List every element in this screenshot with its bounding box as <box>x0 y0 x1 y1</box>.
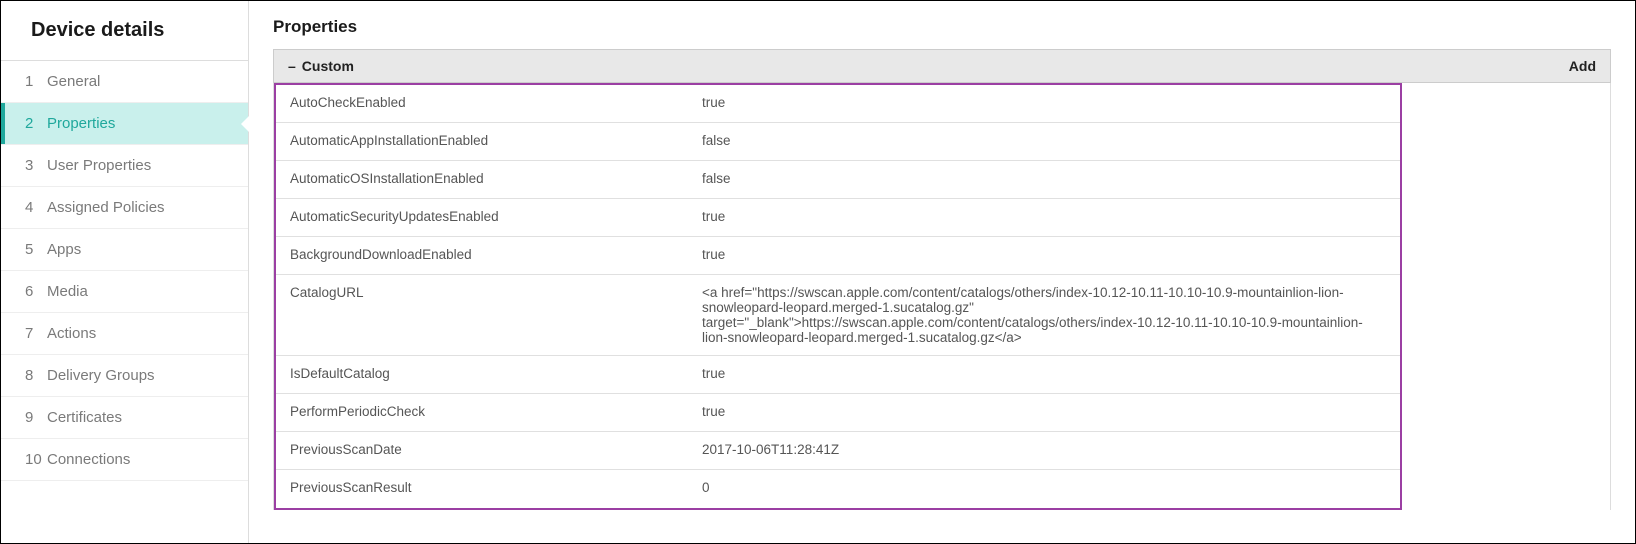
property-value: 2017-10-06T11:28:41Z <box>702 432 1400 469</box>
sidebar-item-actions[interactable]: 7Actions <box>1 313 248 355</box>
sidebar-item-num: 2 <box>25 115 47 132</box>
table-row: PreviousScanDate 2017-10-06T11:28:41Z <box>276 432 1400 470</box>
sidebar-item-label: Connections <box>47 451 130 468</box>
app-container: Device details 1General 2Properties 3Use… <box>0 0 1636 544</box>
table-row: AutomaticAppInstallationEnabled false <box>276 123 1400 161</box>
table-row: IsDefaultCatalog true <box>276 356 1400 394</box>
sidebar-item-num: 10 <box>25 451 47 468</box>
property-key: PreviousScanResult <box>276 470 702 508</box>
actions-column <box>1402 83 1610 510</box>
sidebar-item-label: User Properties <box>47 157 151 174</box>
property-key: AutomaticOSInstallationEnabled <box>276 161 702 198</box>
sidebar-item-num: 8 <box>25 367 47 384</box>
table-row: PreviousScanResult 0 <box>276 470 1400 508</box>
property-value: true <box>702 199 1400 236</box>
sidebar-item-num: 6 <box>25 283 47 300</box>
sidebar-title: Device details <box>1 1 248 61</box>
property-value: true <box>702 394 1400 431</box>
section-header-custom: – Custom Add <box>273 49 1611 83</box>
sidebar-item-certificates[interactable]: 9Certificates <box>1 397 248 439</box>
property-value: false <box>702 161 1400 198</box>
property-key: AutomaticAppInstallationEnabled <box>276 123 702 160</box>
properties-table: AutoCheckEnabled true AutomaticAppInstal… <box>273 83 1611 510</box>
sidebar-item-label: Assigned Policies <box>47 199 165 216</box>
table-row: AutomaticOSInstallationEnabled false <box>276 161 1400 199</box>
collapse-icon: – <box>288 58 296 74</box>
sidebar-item-properties[interactable]: 2Properties <box>1 103 248 145</box>
property-value: true <box>702 237 1400 274</box>
sidebar-item-num: 3 <box>25 157 47 174</box>
sidebar-item-num: 1 <box>25 73 47 90</box>
highlighted-properties: AutoCheckEnabled true AutomaticAppInstal… <box>274 83 1402 510</box>
property-key: IsDefaultCatalog <box>276 356 702 393</box>
sidebar-item-label: Delivery Groups <box>47 367 155 384</box>
table-row: CatalogURL <a href="https://swscan.apple… <box>276 275 1400 356</box>
add-button[interactable]: Add <box>1569 58 1596 74</box>
sidebar-item-apps[interactable]: 5Apps <box>1 229 248 271</box>
property-value: false <box>702 123 1400 160</box>
property-key: AutoCheckEnabled <box>276 85 702 122</box>
property-key: PerformPeriodicCheck <box>276 394 702 431</box>
main-panel: Properties – Custom Add AutoCheckEnabled… <box>249 1 1635 543</box>
sidebar-item-num: 4 <box>25 199 47 216</box>
table-row: AutomaticSecurityUpdatesEnabled true <box>276 199 1400 237</box>
sidebar-item-delivery-groups[interactable]: 8Delivery Groups <box>1 355 248 397</box>
property-key: CatalogURL <box>276 275 702 355</box>
property-value: true <box>702 356 1400 393</box>
sidebar-item-label: Media <box>47 283 88 300</box>
sidebar-item-assigned-policies[interactable]: 4Assigned Policies <box>1 187 248 229</box>
sidebar-item-label: Actions <box>47 325 96 342</box>
sidebar-item-connections[interactable]: 10Connections <box>1 439 248 481</box>
page-title: Properties <box>273 17 1611 37</box>
table-row: BackgroundDownloadEnabled true <box>276 237 1400 275</box>
sidebar-item-label: General <box>47 73 100 90</box>
sidebar-item-label: Certificates <box>47 409 122 426</box>
property-value: 0 <box>702 470 1400 508</box>
sidebar-item-num: 9 <box>25 409 47 426</box>
section-label: Custom <box>302 58 354 74</box>
property-key: PreviousScanDate <box>276 432 702 469</box>
sidebar-item-user-properties[interactable]: 3User Properties <box>1 145 248 187</box>
property-key: BackgroundDownloadEnabled <box>276 237 702 274</box>
property-value: <a href="https://swscan.apple.com/conten… <box>702 275 1400 355</box>
sidebar-item-num: 5 <box>25 241 47 258</box>
property-key: AutomaticSecurityUpdatesEnabled <box>276 199 702 236</box>
sidebar: Device details 1General 2Properties 3Use… <box>1 1 249 543</box>
sidebar-item-general[interactable]: 1General <box>1 61 248 103</box>
section-toggle[interactable]: – Custom <box>288 58 354 74</box>
sidebar-item-num: 7 <box>25 325 47 342</box>
table-row: PerformPeriodicCheck true <box>276 394 1400 432</box>
sidebar-item-media[interactable]: 6Media <box>1 271 248 313</box>
property-value: true <box>702 85 1400 122</box>
sidebar-item-label: Properties <box>47 115 115 132</box>
sidebar-item-label: Apps <box>47 241 81 258</box>
table-row: AutoCheckEnabled true <box>276 85 1400 123</box>
